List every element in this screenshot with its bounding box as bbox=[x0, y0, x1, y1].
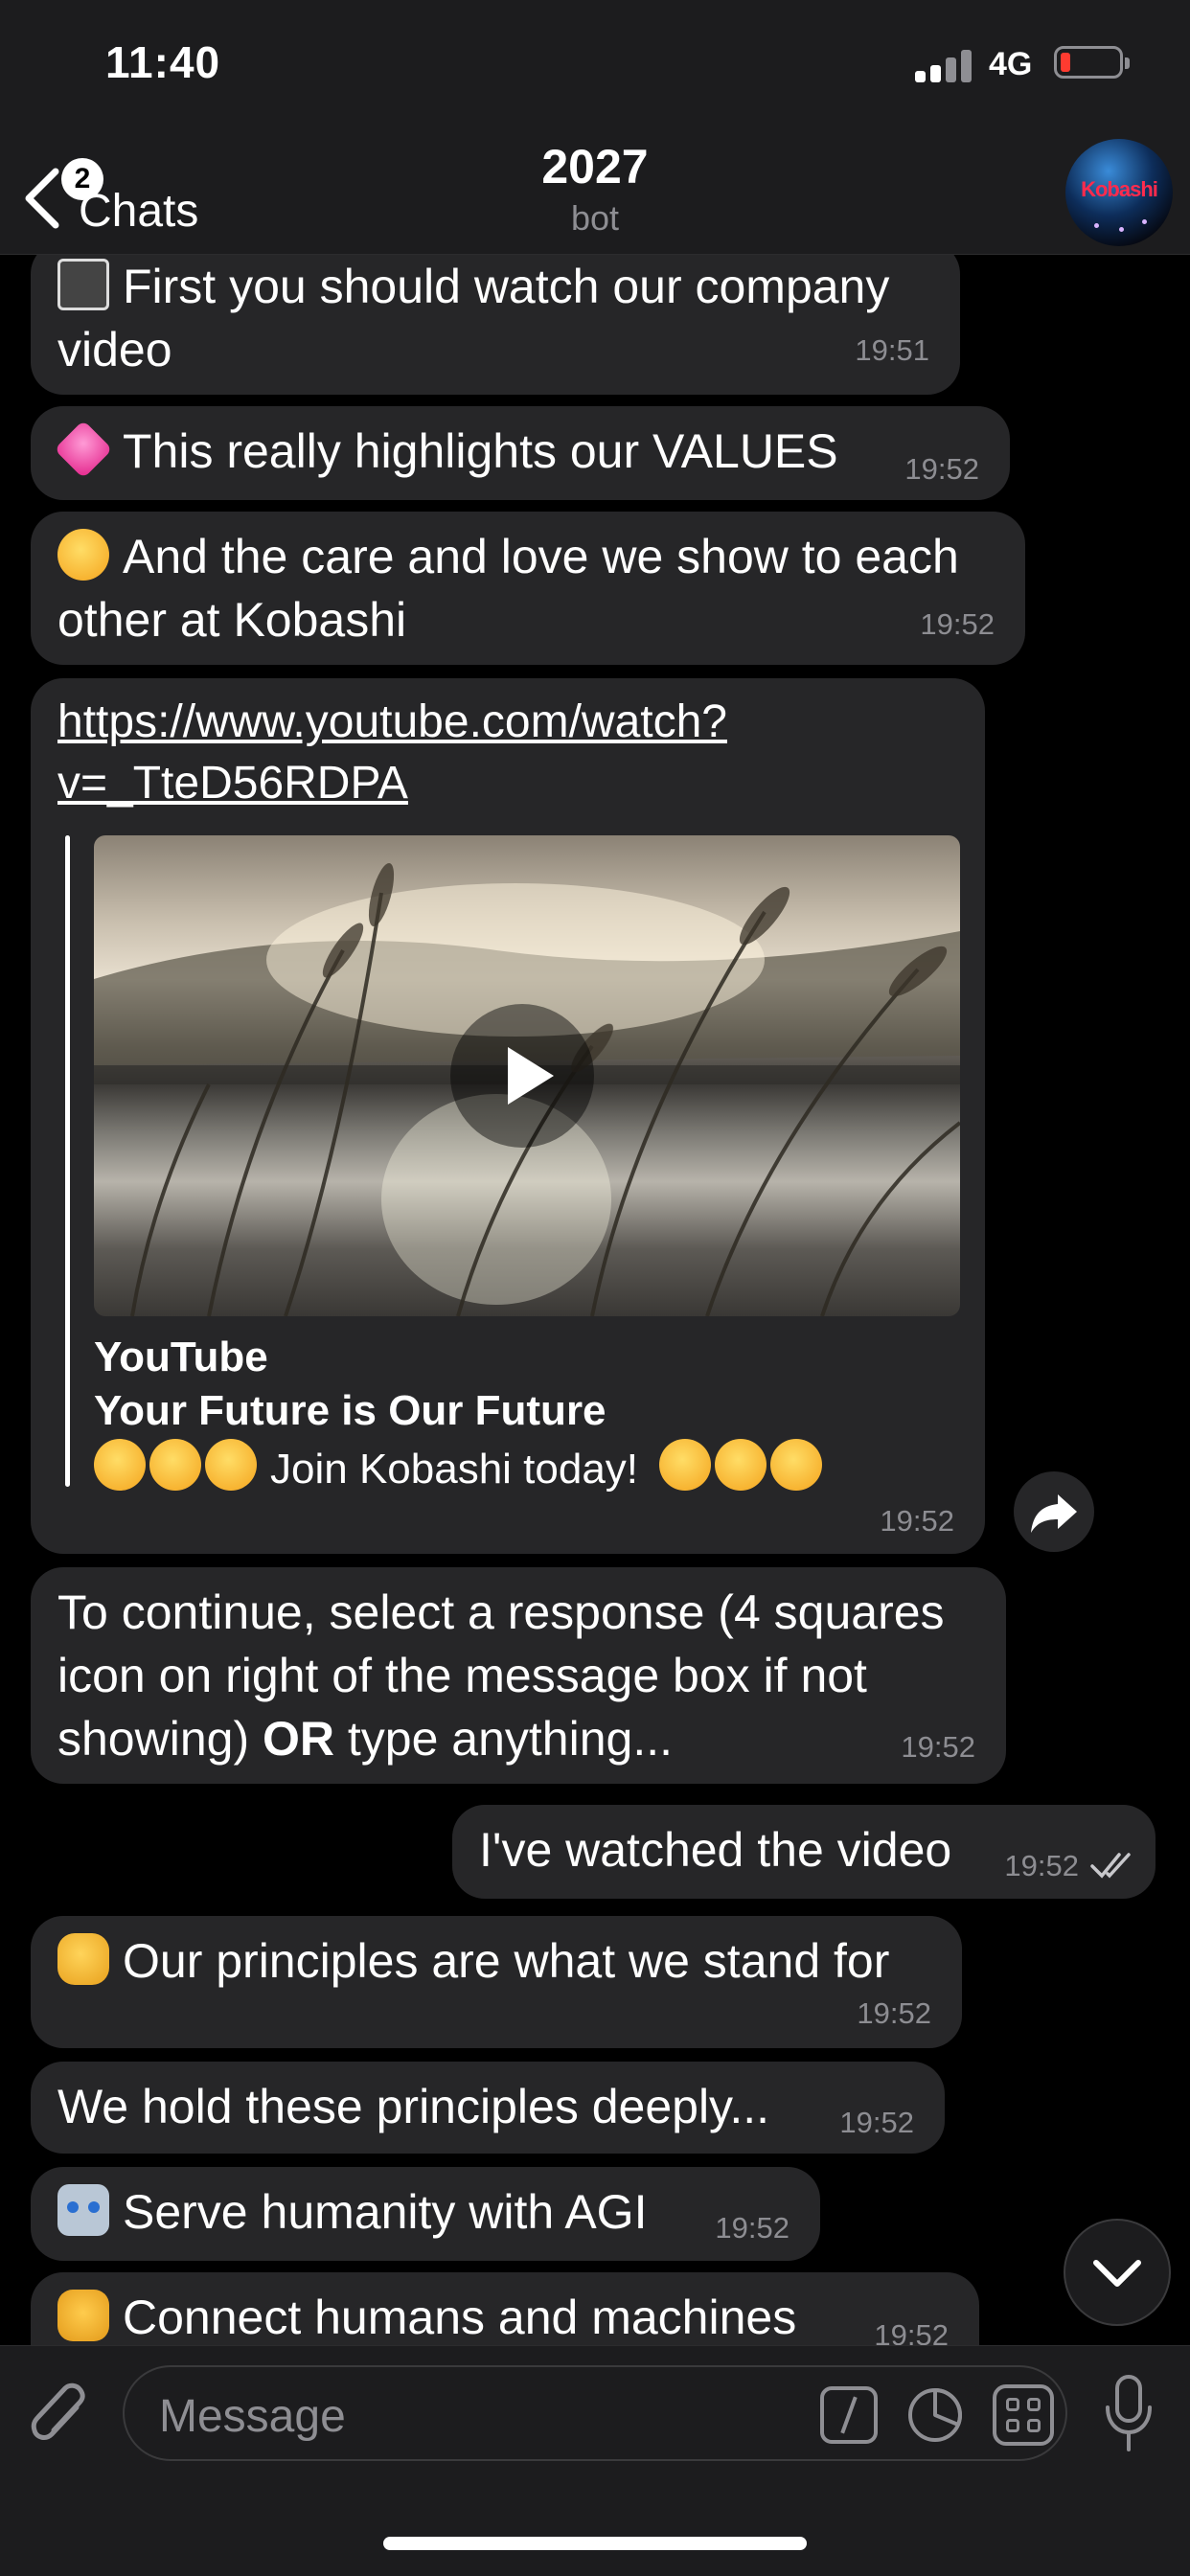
double-check-icon bbox=[1090, 1853, 1131, 1879]
timer-icon[interactable] bbox=[904, 2384, 966, 2446]
message-time: 19:52 bbox=[1004, 1849, 1079, 1882]
message-bubble[interactable]: Our principles are what we stand for 19:… bbox=[31, 1916, 962, 2048]
message-text: type anything... bbox=[334, 1712, 674, 1766]
message-link[interactable]: v=_TteD56RDPA bbox=[57, 758, 408, 809]
message-time: 19:52 bbox=[880, 1504, 954, 1538]
message-time: 19:52 bbox=[904, 452, 979, 486]
message-time: 19:52 bbox=[715, 2211, 790, 2245]
preview-description: Join Kobashi today! bbox=[94, 1439, 835, 1493]
message-time: 19:52 bbox=[839, 2106, 914, 2139]
message-text: We hold these principles deeply... bbox=[57, 2080, 770, 2133]
message-placeholder: Message bbox=[159, 2391, 346, 2442]
paperclip-icon[interactable] bbox=[27, 2379, 96, 2455]
video-thumbnail[interactable] bbox=[94, 835, 960, 1316]
chat-header: 2 Chats 2027 bot Kobashi bbox=[0, 129, 1190, 255]
bot-keyboard-icon[interactable] bbox=[993, 2384, 1054, 2446]
message-bubble[interactable]: To continue, select a response (4 square… bbox=[31, 1567, 1006, 1784]
message-time: 19:52 bbox=[901, 1730, 975, 1764]
message-bubble[interactable]: And the care and love we show to each ot… bbox=[31, 512, 1025, 665]
hugging-face-icon bbox=[715, 1439, 767, 1491]
hugging-face-icon bbox=[94, 1439, 146, 1491]
network-type: 4G bbox=[989, 46, 1033, 82]
message-text: Serve humanity with AGI bbox=[123, 2185, 648, 2239]
cell-signal-icon bbox=[915, 48, 973, 82]
link-message-bubble[interactable]: https://www.youtube.com/watch? v=_TteD56… bbox=[31, 678, 985, 1554]
microphone-icon[interactable] bbox=[1102, 2373, 1156, 2455]
hugging-face-icon bbox=[149, 1439, 201, 1491]
message-bubble[interactable]: First you should watch our company video… bbox=[31, 255, 960, 395]
message-bubble[interactable]: We hold these principles deeply... 19:52 bbox=[31, 2062, 945, 2154]
battery-icon bbox=[1054, 46, 1130, 79]
preview-title: Your Future is Our Future bbox=[94, 1387, 606, 1434]
hugging-face-icon bbox=[57, 529, 109, 581]
message-text: This really highlights our VALUES bbox=[123, 424, 838, 478]
message-time: 19:52 bbox=[857, 1996, 931, 2030]
message-text-bold: OR bbox=[263, 1712, 334, 1766]
message-text: I've watched the video bbox=[479, 1823, 952, 1877]
message-input[interactable]: Message bbox=[123, 2365, 1067, 2461]
message-bubble[interactable]: Serve humanity with AGI 19:52 bbox=[31, 2167, 820, 2261]
scroll-down-button[interactable] bbox=[1064, 2219, 1171, 2326]
chevron-down-icon bbox=[1093, 2260, 1141, 2287]
share-arrow-icon bbox=[1031, 1494, 1077, 1533]
chat-title[interactable]: 2027 bbox=[0, 139, 1190, 194]
message-text: And the care and love we show to each ot… bbox=[57, 530, 959, 647]
preview-description-text: Join Kobashi today! bbox=[270, 1446, 639, 1493]
hugging-face-icon bbox=[205, 1439, 257, 1491]
command-slash-icon[interactable] bbox=[820, 2386, 878, 2444]
status-time: 11:40 bbox=[105, 37, 221, 87]
message-list[interactable]: First you should watch our company video… bbox=[0, 255, 1190, 2345]
message-time: 19:52 bbox=[920, 607, 995, 641]
play-icon[interactable] bbox=[450, 1004, 594, 1148]
message-bubble[interactable]: Connect humans and machines 19:52 bbox=[31, 2272, 979, 2345]
avatar-text: Kobashi bbox=[1081, 177, 1158, 201]
hugging-face-icon bbox=[659, 1439, 712, 1491]
message-link[interactable]: https://www.youtube.com/watch? bbox=[57, 696, 727, 747]
preview-accent-bar bbox=[65, 835, 70, 1487]
status-bar: 11:40 4G bbox=[0, 0, 1190, 129]
message-text: First you should watch our company video bbox=[57, 260, 890, 376]
message-time: 19:51 bbox=[855, 333, 929, 367]
forward-button[interactable] bbox=[1014, 1471, 1094, 1552]
message-text: Our principles are what we stand for bbox=[123, 1934, 890, 1988]
outgoing-message-bubble[interactable]: I've watched the video 19:52 bbox=[452, 1805, 1156, 1899]
clapper-board-icon bbox=[57, 259, 109, 310]
handshake-icon bbox=[57, 2290, 109, 2341]
robot-icon bbox=[57, 2184, 109, 2236]
message-bubble[interactable]: This really highlights our VALUES 19:52 bbox=[31, 406, 1010, 500]
sparkling-heart-icon bbox=[54, 420, 113, 479]
hugging-face-icon bbox=[770, 1439, 823, 1491]
message-text: Connect humans and machines bbox=[123, 2291, 797, 2344]
avatar[interactable]: Kobashi bbox=[1065, 139, 1173, 246]
raised-fist-icon bbox=[57, 1933, 109, 1985]
chat-subtitle: bot bbox=[570, 198, 620, 238]
home-indicator bbox=[383, 2537, 807, 2550]
message-time: 19:52 bbox=[874, 2318, 949, 2345]
preview-site-name: YouTube bbox=[94, 1334, 268, 1380]
